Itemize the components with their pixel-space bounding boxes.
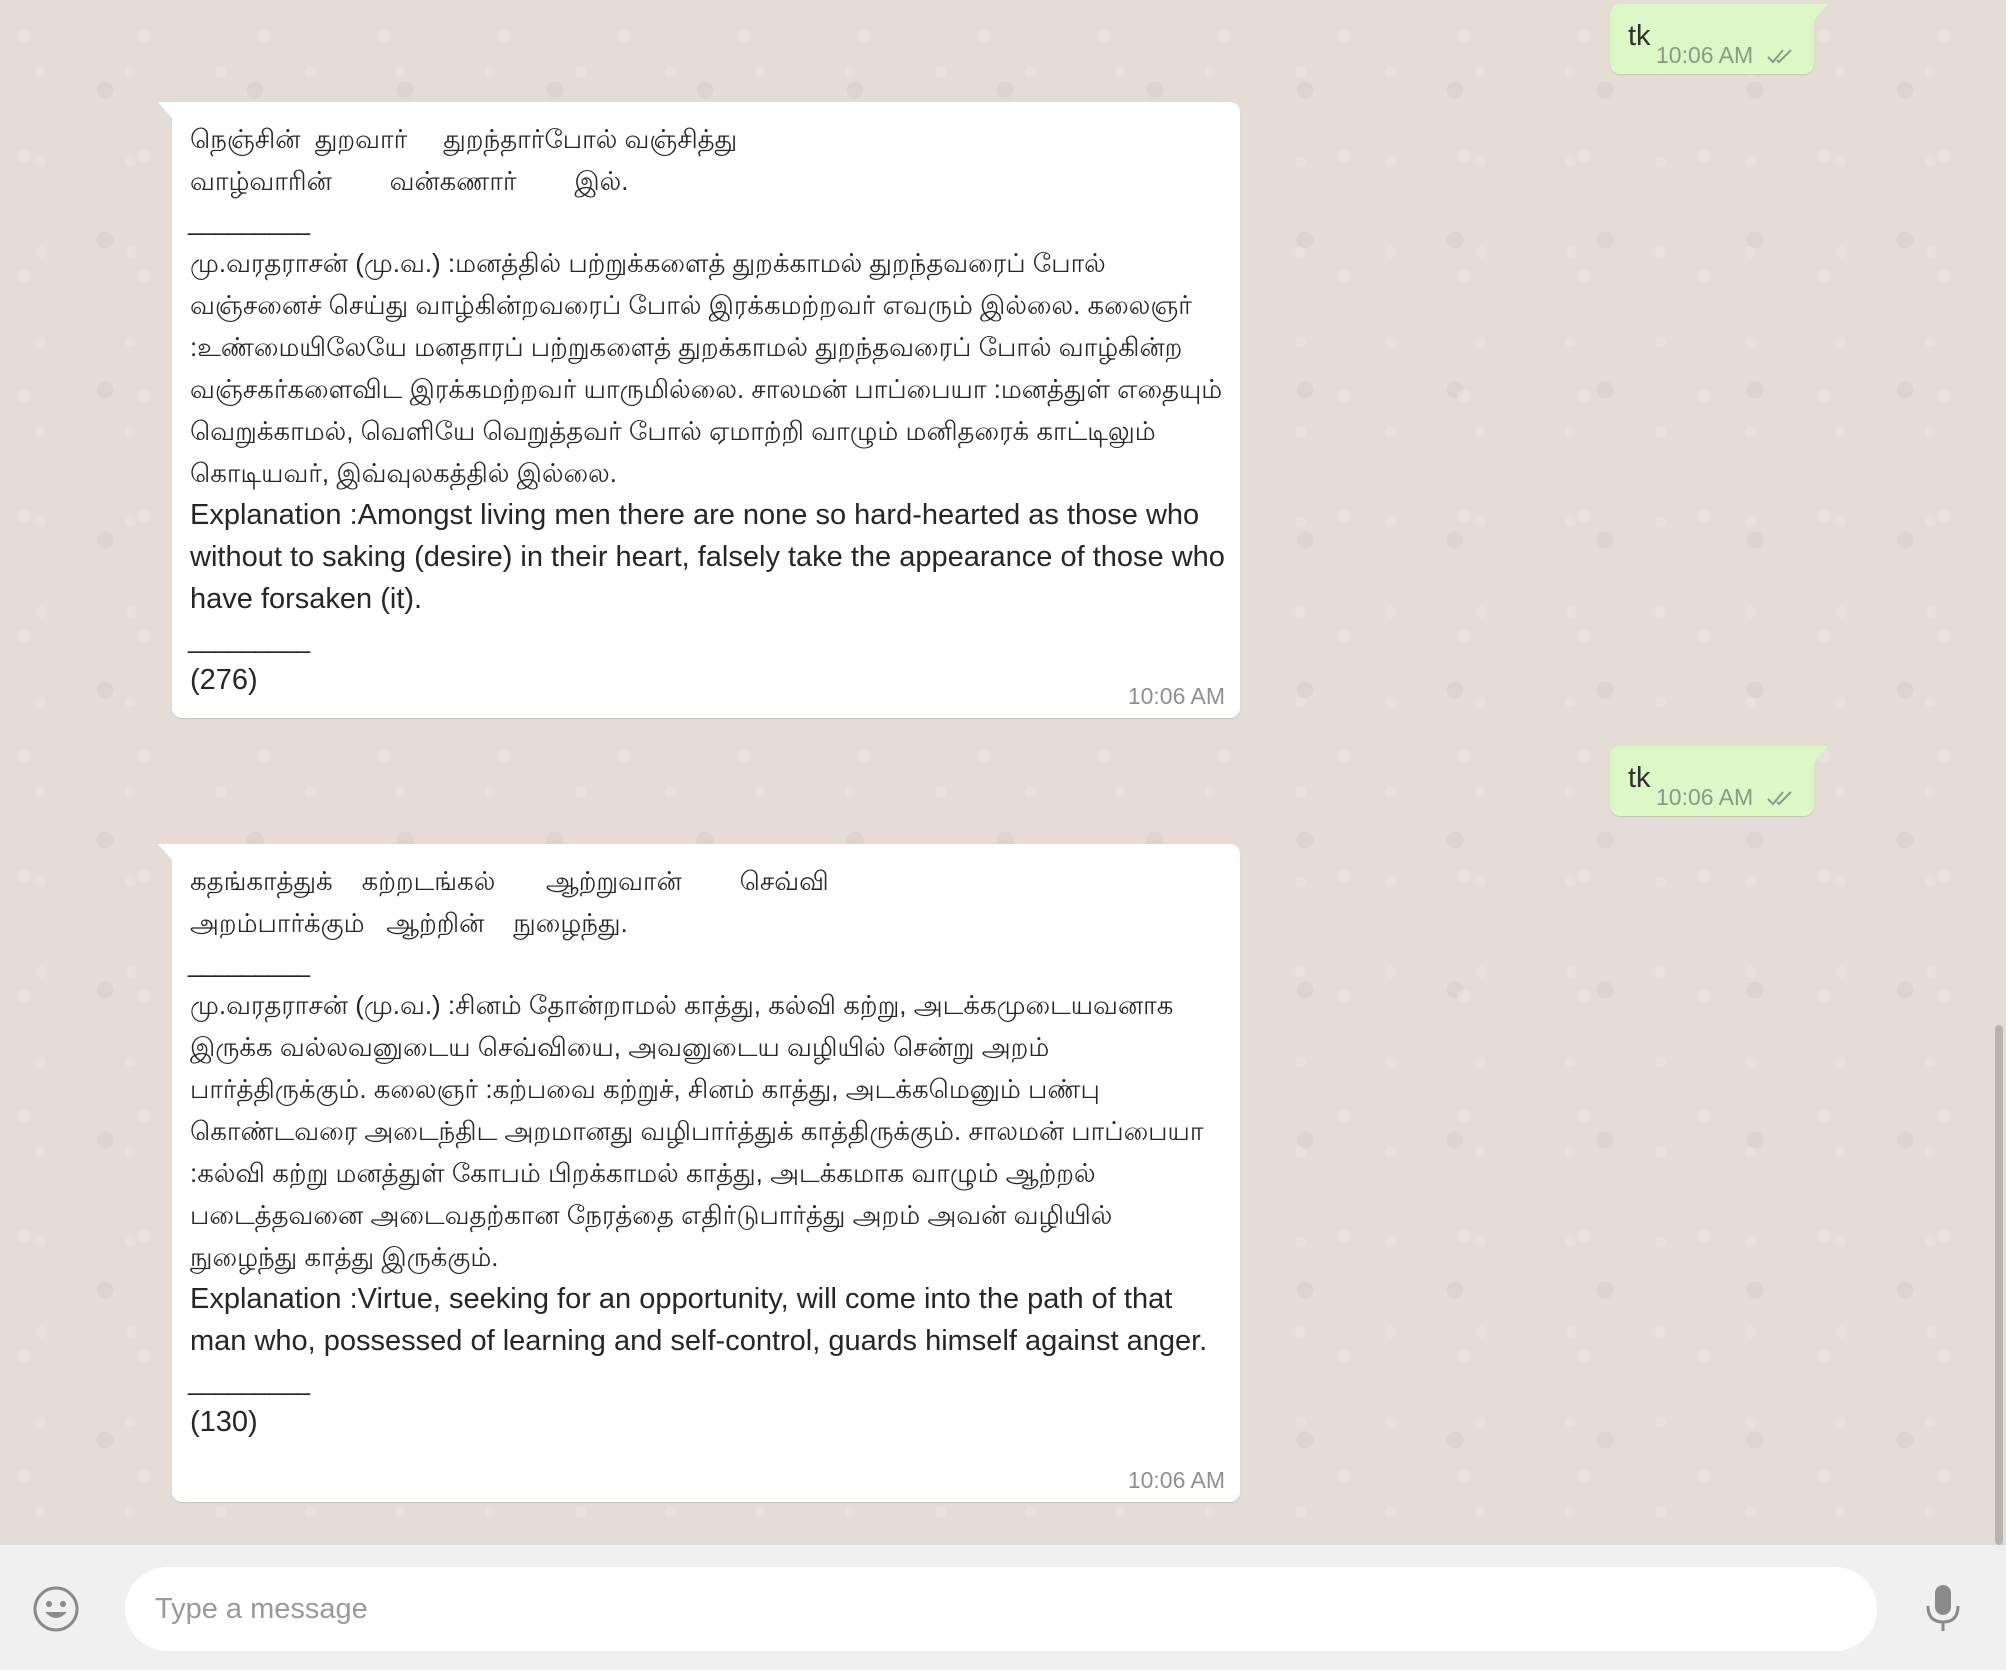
message-time: 10:06 AM	[1127, 683, 1225, 709]
message-meta: 10:06 AM	[1656, 784, 1796, 811]
bubble-tail	[158, 102, 172, 118]
message-time: 10:06 AM	[1127, 1467, 1225, 1493]
chat-window: tk 10:06 AM நெஞ்சின் துறவார் துறந்தார்போ…	[0, 0, 2006, 1670]
message-text: tk	[1628, 20, 1651, 52]
bubble-tail	[1814, 4, 1828, 20]
message-time: 10:06 AM	[1656, 42, 1754, 68]
separator: _________	[188, 624, 310, 654]
separator: _________	[188, 206, 310, 236]
incoming-message[interactable]: நெஞ்சின் துறவார் துறந்தார்போல் வஞ்சித்து…	[158, 102, 1240, 718]
microphone-icon[interactable]	[1922, 1582, 1964, 1634]
separator: _________	[188, 1366, 310, 1396]
smiley-icon[interactable]	[31, 1584, 81, 1634]
message-list[interactable]: tk 10:06 AM நெஞ்சின் துறவார் துறந்தார்போ…	[0, 0, 2006, 1545]
composer-bar	[0, 1545, 2006, 1670]
separator: _________	[188, 948, 310, 978]
scrollbar-thumb[interactable]	[1995, 1025, 2003, 1545]
message-text: tk	[1628, 762, 1651, 794]
verse-line-2: அறம்பார்க்கும் ஆற்றின் நுழைந்து.	[190, 908, 628, 938]
message-time: 10:06 AM	[1656, 784, 1754, 810]
message-input[interactable]	[125, 1567, 1877, 1651]
verse-line-1: நெஞ்சின் துறவார் துறந்தார்போல் வஞ்சித்து	[190, 124, 738, 154]
outgoing-message[interactable]: tk 10:06 AM	[1610, 746, 1828, 816]
verse-line-1: கதங்காத்துக் கற்றடங்கல் ஆற்றுவான் செவ்வி	[190, 866, 829, 896]
english-explanation: Explanation :Virtue, seeking for an oppo…	[190, 1283, 1208, 1357]
incoming-message[interactable]: கதங்காத்துக் கற்றடங்கல் ஆற்றுவான் செவ்வி…	[158, 844, 1240, 1502]
bubble-tail	[158, 844, 172, 860]
verse-number: (130)	[190, 1406, 258, 1438]
bubble-tail	[1814, 746, 1828, 762]
double-check-icon	[1766, 49, 1792, 64]
message-body: கதங்காத்துக் கற்றடங்கல் ஆற்றுவான் செவ்வி…	[188, 860, 1226, 1442]
message-body: நெஞ்சின் துறவார் துறந்தார்போல் வஞ்சித்து…	[188, 118, 1226, 700]
verse-line-2: வாழ்வாரின் வன்கணார் இல்.	[190, 166, 629, 196]
english-explanation: Explanation :Amongst living men there ar…	[190, 499, 1225, 615]
outgoing-message[interactable]: tk 10:06 AM	[1610, 4, 1828, 74]
double-check-icon	[1766, 791, 1792, 806]
message-meta: 10:06 AM	[1656, 42, 1796, 69]
verse-number: (276)	[190, 664, 258, 696]
scrollbar[interactable]	[1992, 0, 2006, 1545]
tamil-explanation: மு.வரதராசன் (மு.வ.) :மனத்தில் பற்றுக்களை…	[190, 248, 1223, 488]
tamil-explanation: மு.வரதராசன் (மு.வ.) :சினம் தோன்றாமல் காத…	[190, 990, 1204, 1272]
